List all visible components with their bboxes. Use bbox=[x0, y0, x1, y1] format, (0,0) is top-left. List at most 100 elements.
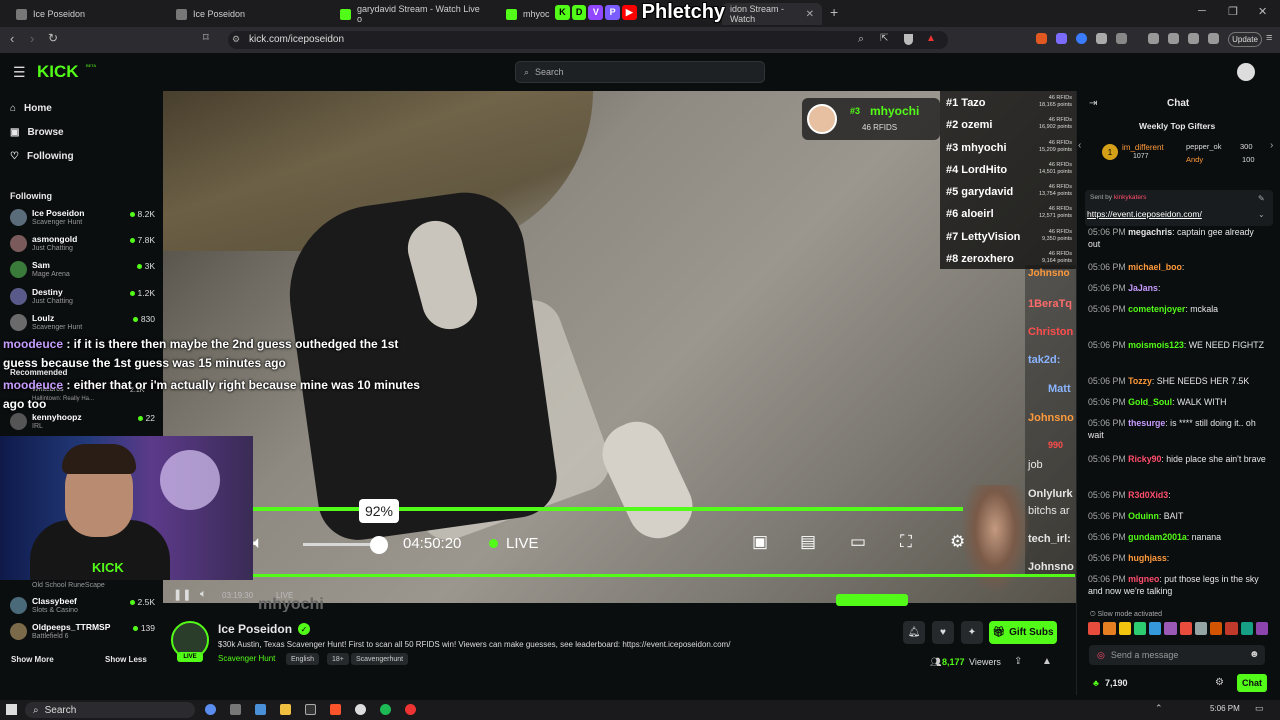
puzzle-icon[interactable] bbox=[1096, 33, 1107, 44]
emote-icon[interactable] bbox=[1164, 622, 1177, 635]
chat-user[interactable]: thesurge bbox=[1128, 418, 1165, 428]
close-window-icon[interactable]: ✕ bbox=[1258, 5, 1267, 18]
panel-icon[interactable] bbox=[1168, 33, 1179, 44]
user-avatar[interactable] bbox=[1237, 63, 1255, 81]
file-explorer-icon[interactable] bbox=[280, 704, 291, 715]
chat-user[interactable]: mlgneo bbox=[1128, 574, 1159, 584]
chat-user[interactable]: JaJans bbox=[1128, 283, 1158, 293]
back-icon[interactable]: ‹ bbox=[10, 31, 14, 46]
emote-icon[interactable] bbox=[1225, 622, 1238, 635]
hamburger-icon[interactable]: ☰ bbox=[13, 64, 26, 81]
new-tab-icon[interactable]: + bbox=[830, 4, 838, 20]
emote-icon[interactable] bbox=[1149, 622, 1162, 635]
browser-tab[interactable]: mhyoc bbox=[498, 3, 558, 25]
volume-icon[interactable]: 🔈︎ bbox=[253, 533, 263, 553]
emote-icon[interactable] bbox=[1194, 622, 1207, 635]
fullscreen-icon[interactable]: ⛶ bbox=[900, 532, 912, 552]
vpn-icon[interactable] bbox=[1208, 33, 1219, 44]
gifter-name[interactable]: Andy bbox=[1186, 155, 1203, 164]
gift-subs-button[interactable]: 🎁︎ Gift Subs bbox=[989, 621, 1057, 644]
copilot-icon[interactable] bbox=[205, 704, 216, 715]
spotify-icon[interactable] bbox=[380, 704, 391, 715]
emote-icon[interactable] bbox=[1210, 622, 1223, 635]
collapse-chat-icon[interactable]: ⇥ bbox=[1089, 98, 1097, 109]
chat-send-button[interactable]: Chat bbox=[1237, 674, 1267, 692]
emote-icon[interactable] bbox=[1088, 622, 1101, 635]
obs-icon[interactable] bbox=[355, 704, 366, 715]
emote-icon[interactable] bbox=[1118, 622, 1131, 635]
expand-icon[interactable]: ⌄ bbox=[1258, 210, 1265, 219]
menu-icon[interactable]: ≡ bbox=[1266, 32, 1272, 44]
notification-bell-button[interactable]: 🔔︎ bbox=[903, 621, 925, 644]
extension-icon[interactable] bbox=[1076, 33, 1087, 44]
followed-channel[interactable]: Sam Mage Arena 3K bbox=[10, 260, 155, 287]
gifter-name[interactable]: im_different bbox=[1122, 143, 1164, 152]
emote-icon[interactable] bbox=[1179, 622, 1192, 635]
tag-pill[interactable]: Scavengerhunt bbox=[351, 653, 409, 665]
emote-icon[interactable] bbox=[1133, 622, 1146, 635]
brave-shield-icon[interactable] bbox=[904, 34, 913, 45]
minimize-icon[interactable]: ─ bbox=[1198, 5, 1206, 17]
windows-start-icon[interactable] bbox=[6, 704, 17, 715]
show-more-link[interactable]: Show More bbox=[11, 655, 54, 664]
sidebar-toggle-icon[interactable] bbox=[1116, 33, 1127, 44]
recommended-channel[interactable]: Classybeef Slots & Casino 2.5K bbox=[10, 596, 155, 623]
followed-channel[interactable]: Ice Poseidon Scavenger Hunt 8.2K bbox=[10, 208, 155, 235]
chat-user[interactable]: R3d0Xid3 bbox=[1128, 490, 1168, 500]
chat-user[interactable]: gundam2001a bbox=[1128, 532, 1187, 542]
settings-icon[interactable] bbox=[230, 704, 241, 715]
emote-icon[interactable] bbox=[1255, 622, 1268, 635]
report-icon[interactable]: ▲ bbox=[1042, 656, 1052, 667]
chat-user[interactable]: michael_boo bbox=[1128, 262, 1182, 272]
chat-settings-icon[interactable]: ⚙ bbox=[1215, 677, 1224, 688]
nav-browse[interactable]: ▣ Browse bbox=[10, 127, 64, 138]
follow-button[interactable]: ♥ bbox=[932, 621, 954, 644]
emoji-icon[interactable]: ☻ bbox=[1249, 649, 1260, 660]
volume-icon[interactable]: 🔈︎ bbox=[200, 588, 207, 601]
pause-icon[interactable]: ❚❚ bbox=[173, 588, 191, 601]
settings-gear-icon[interactable]: ⚙ bbox=[950, 532, 965, 552]
bookmark-icon[interactable]: ⌑ bbox=[203, 31, 209, 44]
browser-tab-active[interactable]: idon Stream - Watch ✕ bbox=[722, 3, 822, 25]
media-icon[interactable] bbox=[1148, 33, 1159, 44]
close-tab-icon[interactable]: ✕ bbox=[806, 9, 814, 20]
zoom-icon[interactable]: ⌕ bbox=[858, 33, 864, 46]
chat-user[interactable]: megachris bbox=[1128, 227, 1172, 237]
browser-tab[interactable]: garydavid Stream - Watch Live o bbox=[332, 3, 494, 25]
followed-channel[interactable]: Destiny Just Chatting 1.2K bbox=[10, 287, 155, 314]
chat-user[interactable]: Tozzy bbox=[1128, 376, 1152, 386]
brave-rewards-icon[interactable]: ▲ bbox=[926, 33, 936, 44]
subscribe-button[interactable]: ✦ bbox=[961, 621, 983, 644]
tag-pill[interactable]: English bbox=[286, 653, 319, 665]
chat-user[interactable]: cometenjoyer bbox=[1128, 304, 1185, 314]
channel-name[interactable]: Ice Poseidon bbox=[218, 622, 292, 636]
extension-icon[interactable] bbox=[1056, 33, 1067, 44]
site-info-icon[interactable]: ⚙ bbox=[232, 34, 240, 45]
leo-icon[interactable] bbox=[1188, 33, 1199, 44]
show-less-link[interactable]: Show Less bbox=[105, 655, 147, 664]
address-bar[interactable]: ⚙ kick.com/iceposeidon ⌕ ⇱ ▲ bbox=[228, 31, 948, 49]
emote-icon[interactable] bbox=[1103, 622, 1116, 635]
nav-home[interactable]: ⌂ Home bbox=[10, 103, 52, 114]
unpin-icon[interactable]: ✎ bbox=[1258, 194, 1265, 203]
emote-icon[interactable] bbox=[1240, 622, 1253, 635]
update-button[interactable]: Update bbox=[1228, 32, 1262, 47]
chat-user[interactable]: Oduinn bbox=[1128, 511, 1159, 521]
pinned-link[interactable]: https://event.iceposeidon.com/ bbox=[1087, 209, 1202, 219]
nav-following[interactable]: ♡ Following bbox=[10, 151, 74, 162]
search-input[interactable]: ⌕ Search bbox=[515, 61, 765, 83]
volume-handle[interactable] bbox=[370, 536, 388, 554]
prev-arrow-icon[interactable]: ‹ bbox=[1078, 140, 1081, 151]
theater-mode-icon[interactable]: ▣ bbox=[752, 532, 768, 552]
chat-user[interactable]: Ricky90 bbox=[1128, 454, 1161, 464]
chat-user[interactable]: Gold_Soul bbox=[1128, 397, 1172, 407]
terminal-icon[interactable] bbox=[305, 704, 316, 715]
store-icon[interactable] bbox=[255, 704, 266, 715]
taskbar-search[interactable]: ⌕ Search bbox=[25, 702, 195, 718]
category-link[interactable]: Scavenger Hunt bbox=[218, 654, 275, 663]
reload-icon[interactable]: ↻ bbox=[48, 31, 58, 45]
recommended-channel[interactable]: Oldpeeps_TTRMSP Battlefield 6 139 bbox=[10, 622, 155, 649]
maximize-icon[interactable]: ❐ bbox=[1228, 5, 1238, 18]
chat-input[interactable]: ◎ Send a message bbox=[1089, 645, 1265, 665]
kick-logo[interactable]: KICK bbox=[37, 62, 79, 82]
